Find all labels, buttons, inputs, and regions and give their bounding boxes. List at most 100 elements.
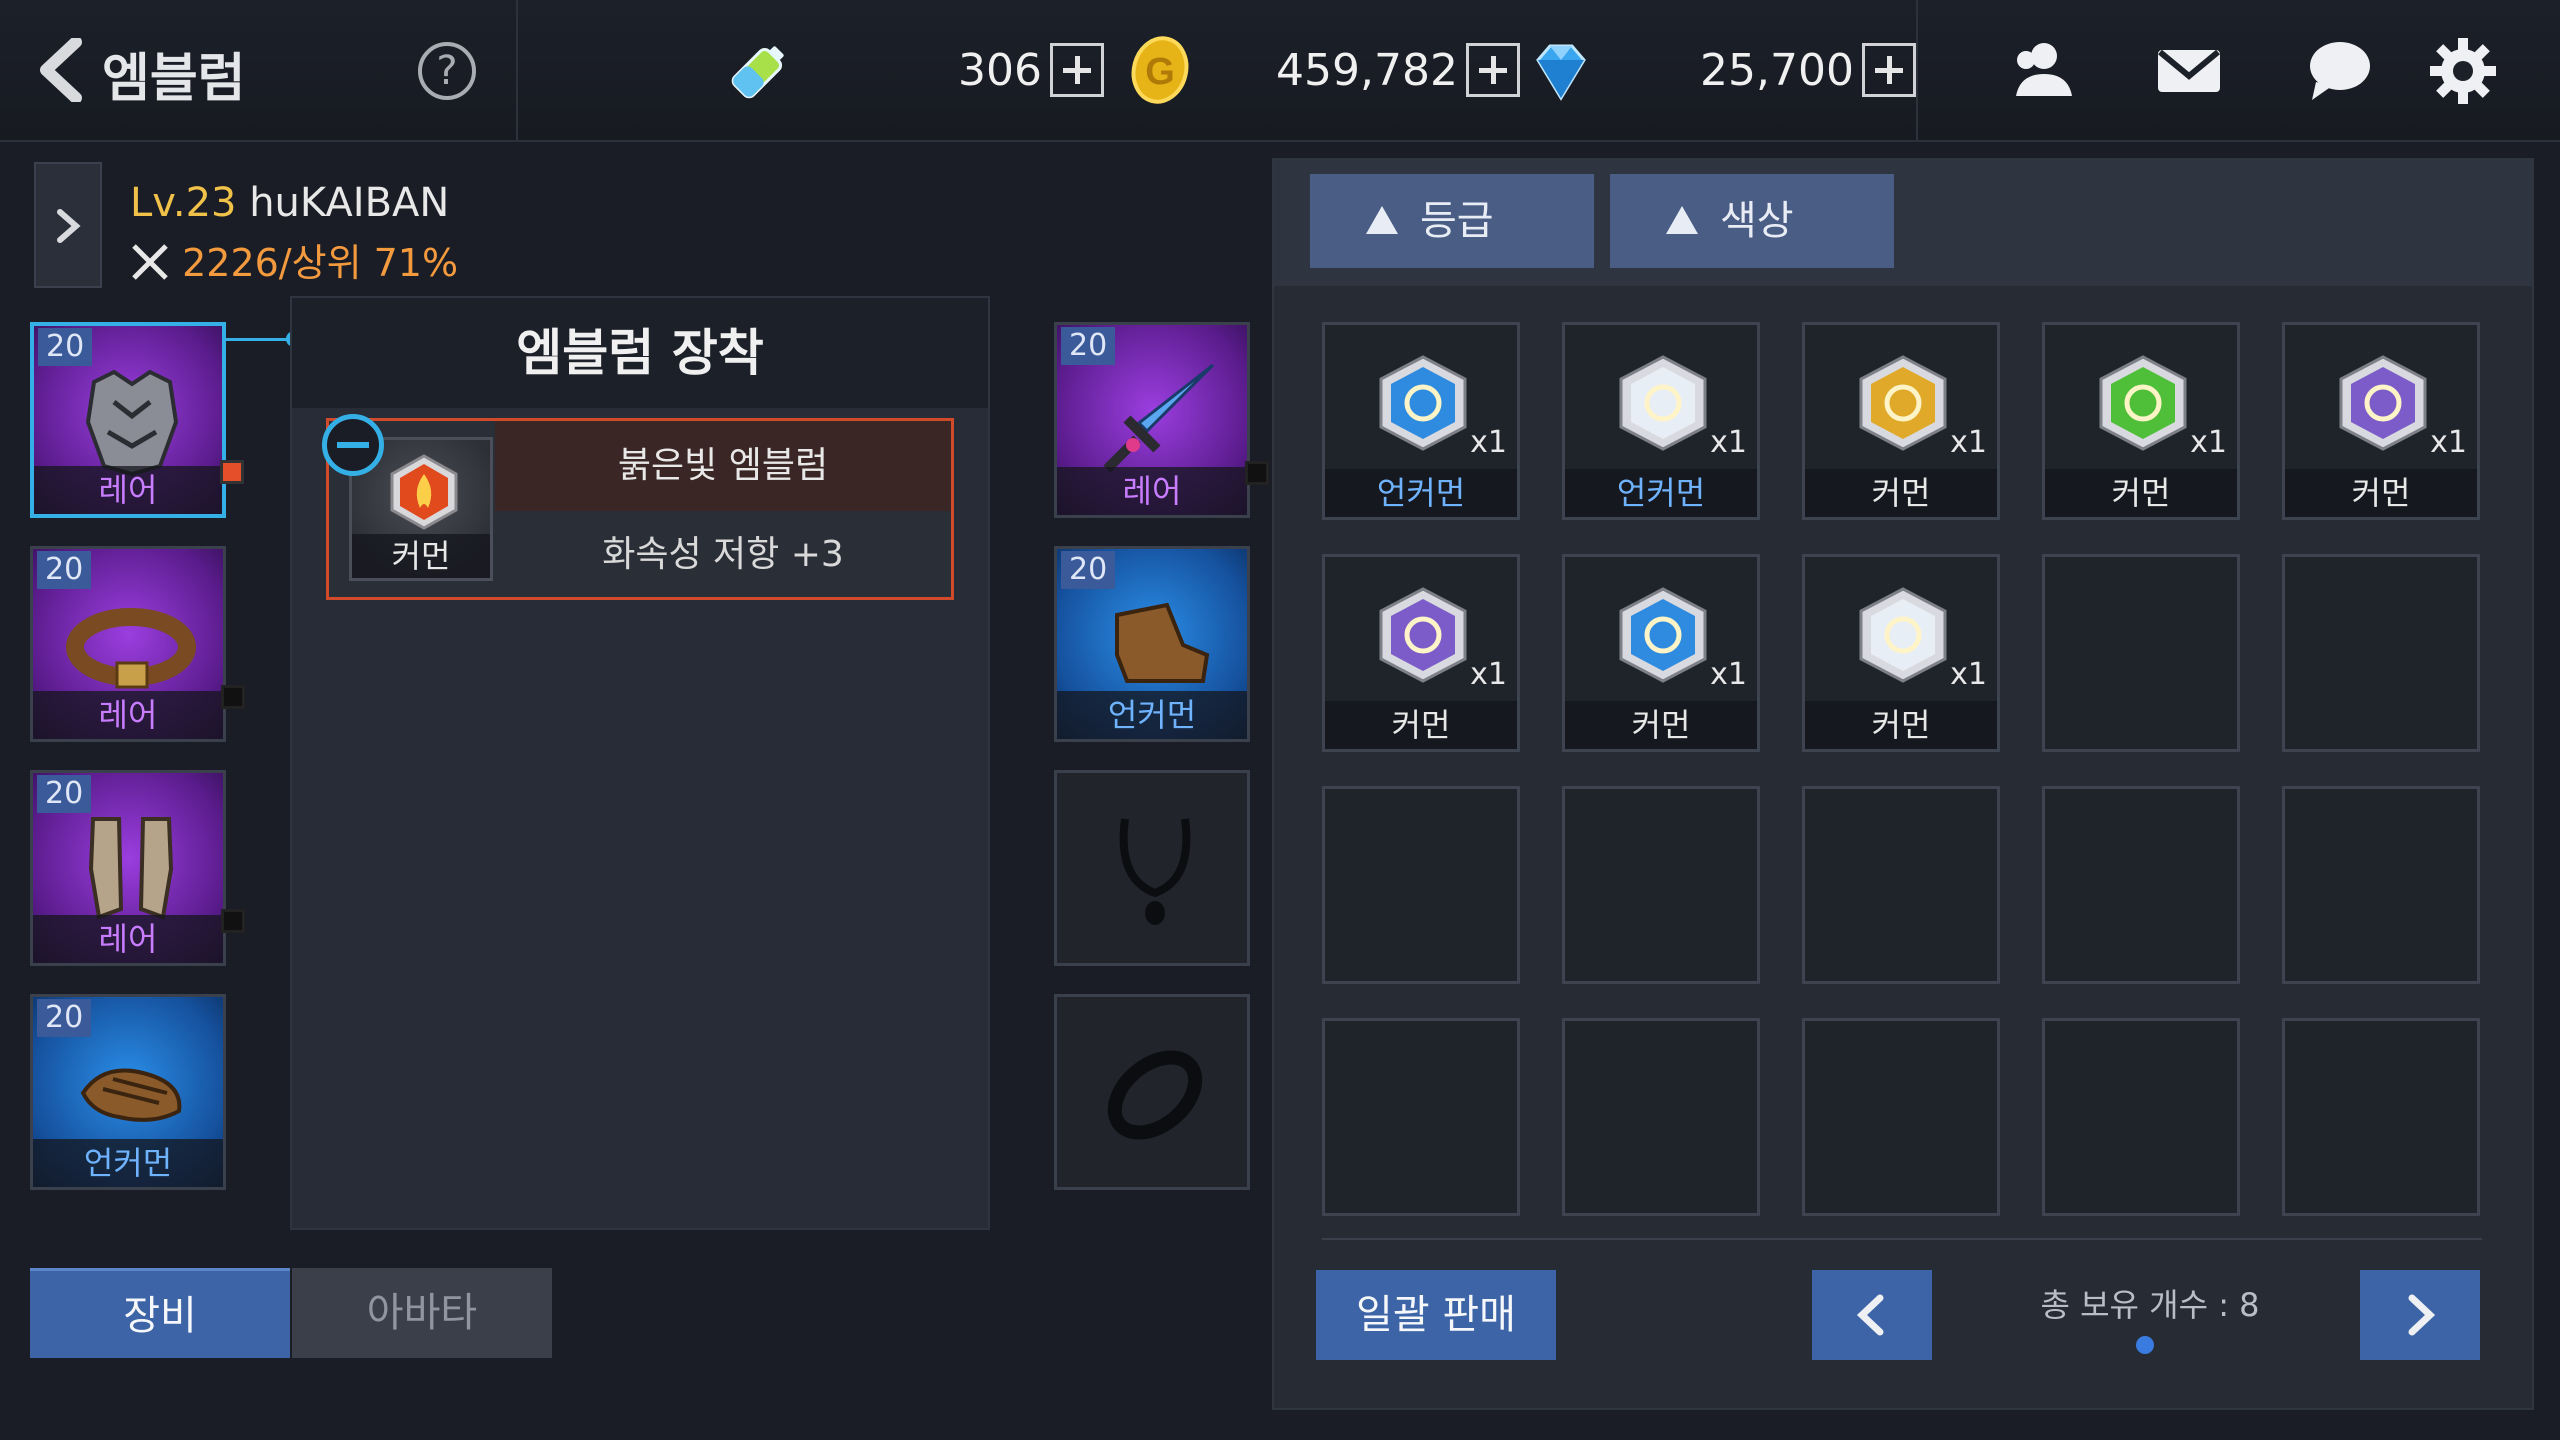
inventory-empty-slot[interactable] (1322, 786, 1520, 984)
inventory-empty-slot[interactable] (2042, 1018, 2240, 1216)
white-sword-emblem-icon (1619, 355, 1707, 451)
inventory-emblem-slot[interactable]: x1 커먼 (2282, 322, 2480, 520)
item-grade: 레어 (33, 691, 223, 739)
gold-value: 459,782 (1276, 44, 1458, 96)
help-icon[interactable]: ? (418, 42, 476, 100)
emblem-panel-title: 엠블럼 장착 (292, 298, 988, 408)
inventory-empty-slot[interactable] (2282, 554, 2480, 752)
inventory-emblem-slot[interactable]: x1 커먼 (2042, 322, 2240, 520)
energy-currency: 306 (958, 30, 1104, 110)
item-grade: 언커먼 (1565, 469, 1757, 517)
player-name: huKAIBAN (249, 180, 450, 226)
energy-battery-icon (731, 46, 784, 99)
item-level: 20 (37, 999, 92, 1037)
item-quantity: x1 (1950, 425, 1987, 460)
equip-slot-gloves[interactable]: 20 언커먼 (30, 994, 226, 1190)
item-grade: 커먼 (1565, 701, 1757, 749)
inventory-emblem-slot[interactable]: x1 커먼 (1802, 322, 2000, 520)
crossed-swords-icon (132, 244, 168, 280)
green-cross-emblem-icon (2099, 355, 2187, 451)
item-level: 20 (38, 328, 93, 366)
item-level: 20 (37, 775, 92, 813)
item-grade: 레어 (1057, 467, 1247, 515)
page-title: 엠블럼 (102, 49, 246, 109)
inventory-emblem-slot[interactable]: x1 커먼 (1322, 554, 1520, 752)
inventory-empty-slot[interactable] (1562, 1018, 1760, 1216)
next-page-button[interactable] (2360, 1270, 2480, 1360)
player-level: Lv.23 (130, 180, 237, 226)
inventory-empty-slot[interactable] (1802, 786, 2000, 984)
item-grade: 커먼 (1805, 469, 1997, 517)
tab-avatar[interactable]: 아바타 (292, 1268, 552, 1358)
blue-eye-emblem-icon (1379, 355, 1467, 451)
inventory-empty-slot[interactable] (2282, 786, 2480, 984)
equipped-emblem-card[interactable]: 커먼 붉은빛 엠블럼 화속성 저항 +3 (326, 418, 954, 600)
necklace-slot-icon (1119, 818, 1191, 925)
equip-slot-ring[interactable] (1054, 994, 1250, 1190)
player-power: 2226/상위 71% (130, 232, 458, 287)
prev-page-button[interactable] (1812, 1270, 1932, 1360)
player-power-value: 2226/상위 71% (182, 241, 459, 285)
inventory-emblem-slot[interactable]: x1 커먼 (1562, 554, 1760, 752)
page-indicator-dot (2136, 1336, 2154, 1354)
inventory-empty-slot[interactable] (1322, 1018, 1520, 1216)
inventory-empty-slot[interactable] (1562, 786, 1760, 984)
item-level: 20 (1061, 327, 1116, 365)
chevron-right-icon (2408, 1294, 2436, 1336)
sort-grade-label: 등급 (1420, 198, 1494, 244)
item-grade: 커먼 (1325, 701, 1517, 749)
equipped-emblem-name: 붉은빛 엠블럼 (495, 421, 951, 511)
unequip-minus-button[interactable] (322, 414, 384, 476)
add-gold-button[interactable] (1465, 43, 1520, 97)
chevron-right-icon (57, 209, 81, 243)
equip-slot-belt[interactable]: 20 레어 (30, 546, 245, 742)
blue-key-emblem-icon (1619, 587, 1707, 683)
friends-icon[interactable] (2004, 34, 2078, 108)
item-grade: 커먼 (1805, 701, 1997, 749)
add-diamond-button[interactable] (1861, 43, 1916, 97)
equip-slot-necklace[interactable] (1054, 770, 1250, 966)
slot-indicator (1245, 461, 1269, 485)
inventory-emblem-slot[interactable]: x1 언커먼 (1322, 322, 1520, 520)
red-fire-emblem-icon (390, 454, 458, 530)
purple-wing-emblem-icon (2339, 355, 2427, 451)
header-divider-right (1916, 0, 1918, 142)
item-level: 20 (37, 551, 92, 589)
equip-slot-boots[interactable]: 20 언커먼 (1054, 546, 1250, 742)
inventory-empty-slot[interactable] (1802, 1018, 2000, 1216)
sort-by-grade-button[interactable]: 등급 (1310, 174, 1594, 268)
ring-slot-icon (1107, 1050, 1203, 1140)
gold-currency: 459,782 (1276, 30, 1520, 110)
inventory-emblem-slot[interactable]: x1 언커먼 (1562, 322, 1760, 520)
equip-slot-weapon[interactable]: 20 레어 (1054, 322, 1269, 518)
header-divider (516, 0, 518, 142)
leg-guards-icon (88, 817, 174, 920)
sell-all-button[interactable]: 일괄 판매 (1316, 1270, 1556, 1360)
back-arrow-icon[interactable] (36, 36, 90, 104)
slot-indicator (221, 909, 245, 933)
equip-slot-armor[interactable]: 20 레어 (30, 322, 244, 518)
item-grade: 언커먼 (1325, 469, 1517, 517)
mail-icon[interactable] (2152, 34, 2226, 108)
top-bar: 엠블럼 ? 306 G 459,782 25,700 (0, 0, 2560, 142)
equip-slot-legs[interactable]: 20 레어 (30, 770, 245, 966)
belt-icon (66, 608, 196, 689)
svg-text:G: G (1145, 51, 1175, 93)
sort-color-label: 색상 (1720, 198, 1794, 244)
inventory-empty-slot[interactable] (2042, 554, 2240, 752)
expand-panel-button[interactable] (34, 162, 102, 288)
item-quantity: x1 (1950, 657, 1987, 692)
tab-equipment[interactable]: 장비 (30, 1268, 290, 1358)
item-quantity: x1 (1710, 425, 1747, 460)
inventory-emblem-slot[interactable]: x1 커먼 (1802, 554, 2000, 752)
settings-gear-icon[interactable] (2426, 34, 2500, 108)
sort-by-color-button[interactable]: 색상 (1610, 174, 1894, 268)
add-energy-button[interactable] (1049, 43, 1104, 97)
inventory-empty-slot[interactable] (2282, 1018, 2480, 1216)
diamond-currency: 25,700 (1700, 30, 1916, 110)
chat-icon[interactable] (2302, 34, 2376, 108)
gloves-icon (80, 1068, 182, 1122)
inventory-empty-slot[interactable] (2042, 786, 2240, 984)
equipped-emblem-grade: 커먼 (352, 534, 490, 578)
boots-icon (1115, 602, 1210, 683)
